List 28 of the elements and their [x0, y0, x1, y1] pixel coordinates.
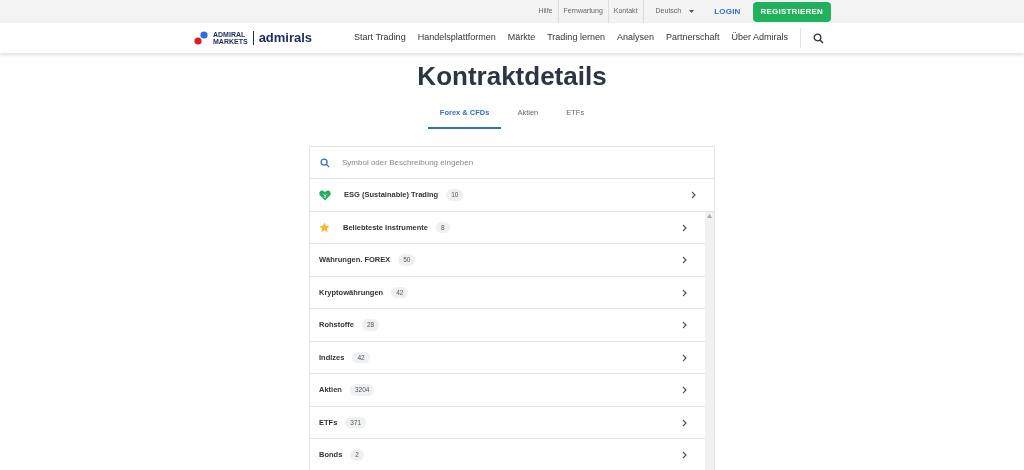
chevron-right-icon: [691, 191, 696, 199]
chevron-right-icon: [682, 386, 687, 394]
chevron-right-icon: [682, 288, 687, 297]
chevron-right-icon: [682, 418, 687, 427]
logo-dots-icon: [194, 31, 208, 45]
chevron-right-icon: [682, 321, 687, 329]
nav-link[interactable]: Märkte: [507, 31, 536, 45]
nav-link[interactable]: Trading lernen: [547, 31, 605, 45]
search-field[interactable]: Symbol oder Beschreibung eingeben: [342, 156, 704, 169]
page-title: Kontraktdetails: [416, 60, 608, 93]
chevron-right-icon: [682, 223, 687, 232]
login-link[interactable]: LOGIN: [706, 5, 749, 18]
heart-icon: [319, 189, 331, 201]
star-icon: [319, 222, 330, 233]
chevron-right-icon: [682, 353, 687, 362]
search-icon[interactable]: [813, 32, 824, 44]
nav-link[interactable]: Über Admirals: [731, 31, 788, 45]
search-icon: [320, 157, 330, 168]
nav-link[interactable]: Partnerschaft: [665, 31, 720, 45]
chevron-right-icon: [682, 451, 687, 459]
chevron-right-icon: [682, 256, 687, 264]
nav-link[interactable]: Handelsplattformen: [417, 31, 496, 45]
nav-link[interactable]: Analysen: [616, 31, 654, 45]
logo-brand: admirals: [258, 29, 313, 48]
caret-icon: [689, 10, 695, 13]
nav-link[interactable]: Start Trading: [354, 31, 406, 45]
scrollbar[interactable]: [705, 211, 714, 470]
scroll-up-icon[interactable]: [707, 213, 712, 218]
